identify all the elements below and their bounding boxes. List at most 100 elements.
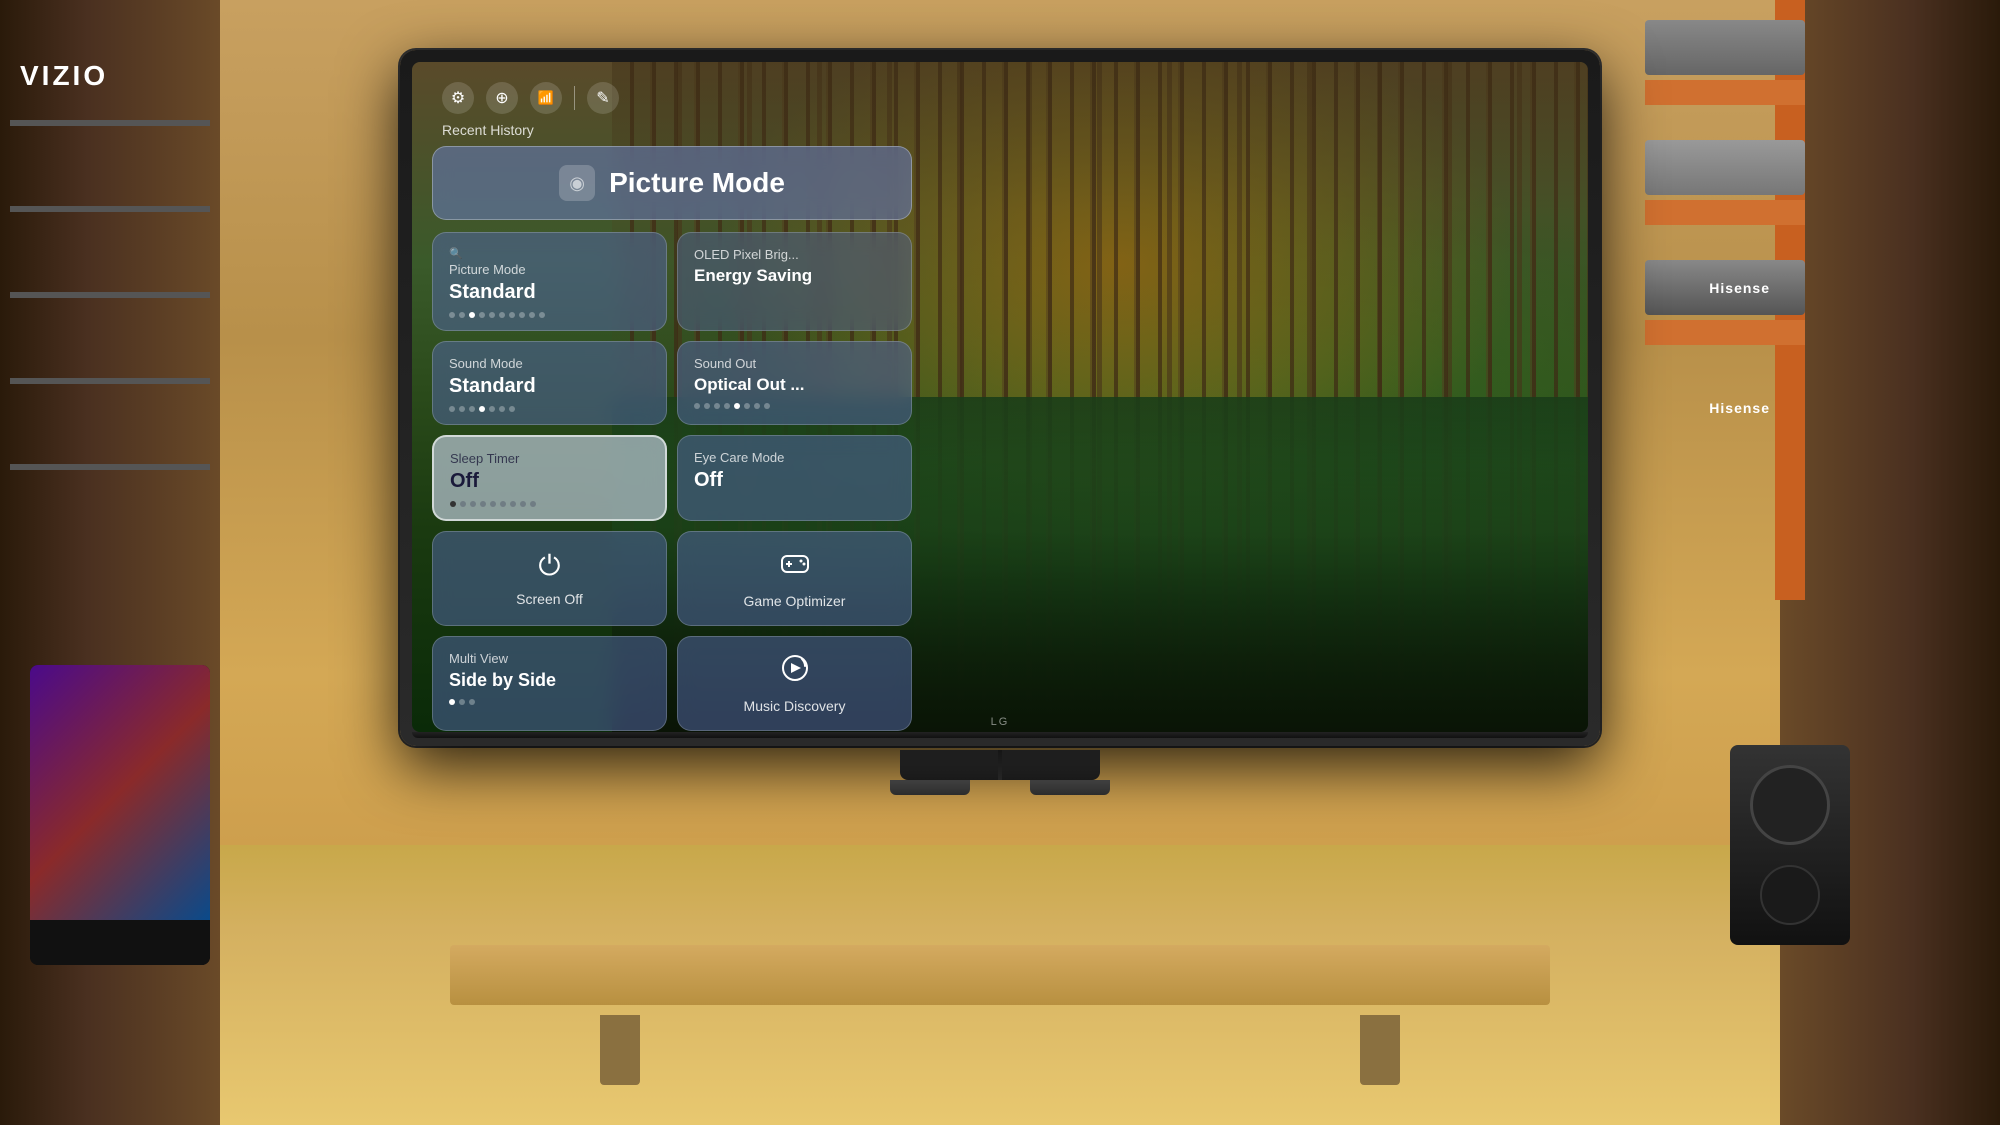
dot	[509, 312, 515, 318]
dot	[469, 406, 475, 412]
dot	[489, 312, 495, 318]
tv-container: ⚙ ⊕ 📶 ✎ Recent History ◉ Picture Mode	[400, 50, 1600, 795]
tv-foot-left	[890, 780, 970, 795]
multi-view-card[interactable]: Multi View Side by Side	[432, 636, 667, 731]
oled-pixel-card[interactable]: OLED Pixel Brig... Energy Saving	[677, 232, 912, 331]
dot-active	[469, 312, 475, 318]
sleep-timer-card[interactable]: Sleep Timer Off	[432, 435, 667, 521]
dot-active	[449, 699, 455, 705]
oled-pixel-label: OLED Pixel Brig...	[694, 247, 895, 262]
eye-care-value: Off	[694, 469, 895, 492]
accessibility-icon[interactable]: ⊕	[486, 82, 518, 114]
sound-out-label: Sound Out	[694, 356, 895, 371]
picture-mode-dots	[449, 312, 650, 318]
music-discovery-icon	[780, 653, 810, 690]
rack-shelf-3	[1645, 320, 1805, 345]
music-discovery-label: Music Discovery	[744, 698, 846, 714]
sleep-timer-label: Sleep Timer	[450, 451, 649, 466]
speaker-right	[1730, 745, 1850, 945]
picture-mode-button[interactable]: ◉ Picture Mode	[432, 146, 912, 220]
dot	[480, 501, 486, 507]
dot	[539, 312, 545, 318]
rack-shelf-2	[1645, 200, 1805, 225]
sound-mode-label: Sound Mode	[449, 356, 650, 371]
edit-icon[interactable]: ✎	[587, 82, 619, 114]
tv-screen: ⚙ ⊕ 📶 ✎ Recent History ◉ Picture Mode	[412, 62, 1588, 732]
table-legs	[500, 1005, 1500, 1085]
dot	[530, 501, 536, 507]
dot	[694, 403, 700, 409]
eye-care-label: Eye Care Mode	[694, 450, 895, 465]
dot	[459, 406, 465, 412]
picture-mode-card-label: Picture Mode	[449, 262, 650, 277]
rack-shelf-1	[1645, 80, 1805, 105]
table-leg-right	[1360, 1015, 1400, 1085]
multi-view-dots	[449, 699, 650, 705]
screen-off-card[interactable]: ⏻ Screen Off	[432, 531, 667, 626]
sound-mode-card[interactable]: Sound Mode Standard	[432, 341, 667, 425]
picture-mode-card-value: Standard	[449, 281, 650, 304]
vizio-brand-label: VIZIO	[20, 60, 108, 92]
tv-menu: ⚙ ⊕ 📶 ✎ Recent History ◉ Picture Mode	[412, 62, 932, 732]
dot	[724, 403, 730, 409]
dot	[764, 403, 770, 409]
tv-bezel: ⚙ ⊕ 📶 ✎ Recent History ◉ Picture Mode	[400, 50, 1600, 746]
oled-pixel-value: Energy Saving	[694, 266, 895, 286]
dot-active	[479, 406, 485, 412]
dot	[744, 403, 750, 409]
recent-history-label: Recent History	[432, 122, 912, 138]
sleep-timer-dots	[450, 501, 649, 507]
dot	[499, 406, 505, 412]
dot	[449, 312, 455, 318]
screen-off-label: Screen Off	[516, 591, 583, 607]
tv-stand-neck	[900, 750, 1100, 780]
sound-out-dots	[694, 403, 895, 409]
hisense-label-2: Hisense	[1709, 400, 1770, 416]
sound-out-value: Optical Out ...	[694, 375, 895, 395]
icon-divider	[574, 86, 575, 110]
dot-active	[450, 501, 456, 507]
game-optimizer-icon	[780, 548, 810, 585]
music-discovery-card[interactable]: Music Discovery	[677, 636, 912, 731]
eye-care-card[interactable]: Eye Care Mode Off	[677, 435, 912, 521]
screen-off-icon: ⏻	[538, 550, 560, 583]
dot	[510, 501, 516, 507]
dot	[470, 501, 476, 507]
menu-grid: 🔍 Picture Mode Standard	[432, 232, 912, 731]
sound-out-card[interactable]: Sound Out Optical Out ...	[677, 341, 912, 425]
tv-stand-feet	[400, 780, 1600, 795]
dot	[519, 312, 525, 318]
picture-mode-card[interactable]: 🔍 Picture Mode Standard	[432, 232, 667, 331]
picture-mode-icon: ◉	[559, 165, 595, 201]
dot	[499, 312, 505, 318]
bg-tv-screen	[30, 665, 210, 920]
dot	[520, 501, 526, 507]
background-tv-left	[30, 665, 210, 965]
table-leg-left	[600, 1015, 640, 1085]
game-optimizer-label: Game Optimizer	[744, 593, 846, 609]
tv-stand	[400, 750, 1600, 780]
game-optimizer-card[interactable]: Game Optimizer	[677, 531, 912, 626]
tv-brand-label: LG	[991, 716, 1010, 728]
dot	[529, 312, 535, 318]
dot	[460, 501, 466, 507]
dot	[704, 403, 710, 409]
dot	[509, 406, 515, 412]
dot	[754, 403, 760, 409]
sound-mode-dots	[449, 406, 650, 412]
picture-mode-label: Picture Mode	[609, 167, 785, 199]
multi-view-value: Side by Side	[449, 670, 650, 691]
sound-mode-value: Standard	[449, 375, 650, 398]
menu-icon-bar: ⚙ ⊕ 📶 ✎	[432, 82, 912, 114]
dot	[490, 501, 496, 507]
wifi-icon[interactable]: 📶	[530, 82, 562, 114]
dot	[714, 403, 720, 409]
tv-bottom-bar	[412, 732, 1588, 738]
right-shelving	[1780, 0, 2000, 1125]
display-table	[450, 945, 1550, 1005]
dot	[459, 312, 465, 318]
dot	[479, 312, 485, 318]
dot-active	[734, 403, 740, 409]
dot	[500, 501, 506, 507]
settings-icon[interactable]: ⚙	[442, 82, 474, 114]
